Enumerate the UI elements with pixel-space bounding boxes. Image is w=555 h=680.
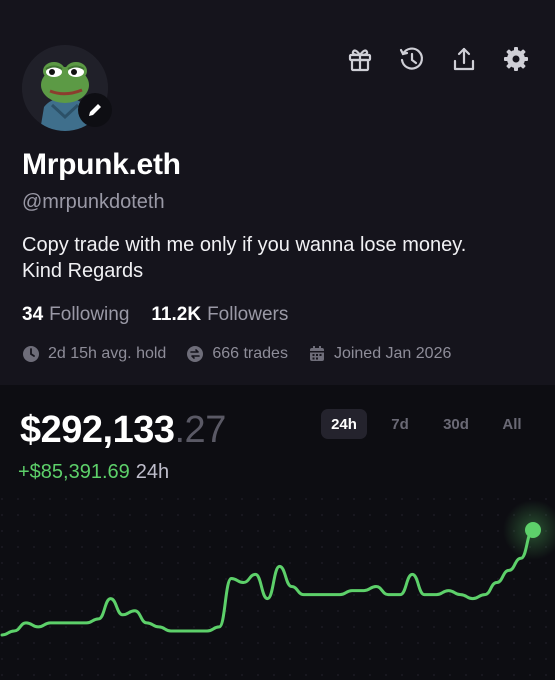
current-point-marker: [525, 522, 541, 538]
following-label: Following: [49, 304, 130, 325]
clock-icon: [23, 346, 39, 362]
profile-toolbar: [345, 44, 531, 74]
followers-link[interactable]: 11.2K Followers: [151, 304, 288, 326]
joined-text: Joined Jan 2026: [333, 345, 452, 362]
change-amount: +$85,391.69: [18, 461, 130, 483]
range-30d[interactable]: 30d: [433, 409, 479, 439]
followers-count: 11.2K: [151, 304, 202, 325]
settings-icon: [504, 47, 528, 71]
history-button[interactable]: [397, 44, 427, 74]
trades-count: 666 trades: [186, 345, 288, 363]
settings-button[interactable]: [501, 44, 531, 74]
pencil-icon: [89, 104, 101, 116]
calendar-icon: [309, 346, 324, 361]
joined-date: Joined Jan 2026: [308, 345, 451, 363]
share-button[interactable]: [449, 44, 479, 74]
gift-button[interactable]: [345, 44, 375, 74]
range-24h[interactable]: 24h: [321, 409, 367, 439]
range-7d[interactable]: 7d: [377, 409, 423, 439]
portfolio-value-main: $292,133: [20, 409, 175, 451]
following-count: 34: [22, 304, 44, 325]
time-range-selector: 24h 7d 30d All: [321, 409, 535, 439]
bio-line: Kind Regards: [22, 260, 144, 282]
change-period: 24h: [135, 461, 170, 483]
edit-avatar-button[interactable]: [78, 93, 112, 127]
share-icon: [453, 47, 475, 71]
followers-label: Followers: [207, 304, 289, 325]
avg-hold-text: 2d 15h avg. hold: [48, 345, 167, 362]
avg-hold: 2d 15h avg. hold: [22, 345, 166, 363]
bio-line: Copy trade with me only if you wanna los…: [22, 234, 467, 256]
gift-icon: [348, 49, 372, 72]
following-link[interactable]: 34 Following: [22, 304, 129, 326]
portfolio-value: $292,133.27: [20, 409, 226, 452]
profile-handle: @mrpunkdoteth: [22, 191, 165, 213]
profile-meta: 2d 15h avg. hold 666 trades Joined Jan 2…: [22, 345, 451, 363]
portfolio-change: +$85,391.69 24h: [18, 461, 169, 484]
range-all[interactable]: All: [489, 409, 535, 439]
history-icon: [399, 47, 423, 70]
chart-grid: [0, 490, 555, 680]
profile-card: Mrpunk.eth @mrpunkdoteth Copy trade with…: [0, 0, 555, 385]
profile-bio: Copy trade with me only if you wanna los…: [22, 232, 542, 284]
follow-stats: 34 Following 11.2K Followers: [22, 304, 288, 326]
portfolio-value-decimal: .27: [174, 409, 227, 451]
profile-name: Mrpunk.eth: [22, 148, 181, 181]
trades-icon: [187, 346, 204, 362]
trades-text: 666 trades: [212, 345, 288, 362]
portfolio-chart-section: $292,133.27 +$85,391.69 24h 24h 7d 30d Al…: [0, 385, 555, 680]
